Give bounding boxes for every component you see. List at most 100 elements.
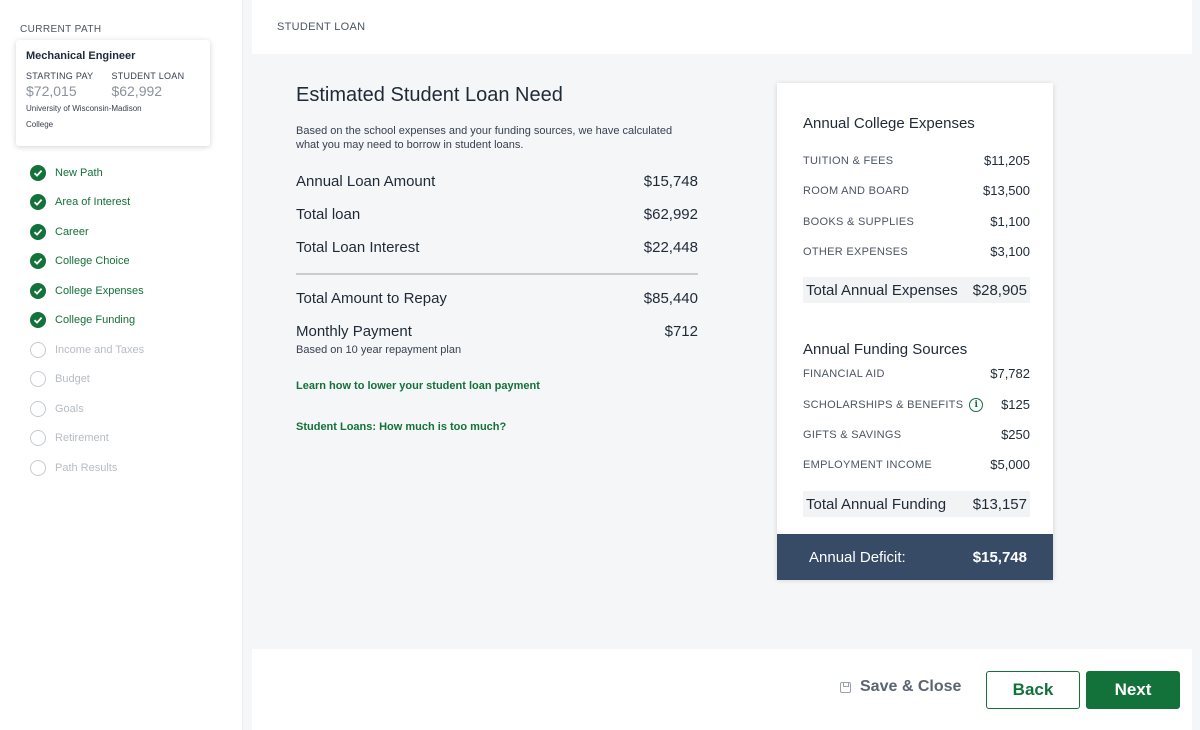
- path-school: University of Wisconsin-Madison: [26, 104, 142, 113]
- funding-item-employment: EMPLOYMENT INCOME $5,000: [803, 457, 1030, 472]
- expense-value: $1,100: [990, 214, 1030, 229]
- step-label: Budget: [55, 373, 90, 386]
- repayment-rows: Total Amount to Repay $85,440 Monthly Pa…: [296, 282, 698, 348]
- student-loan-label: STUDENT LOAN: [111, 71, 185, 81]
- expenses-funding-card: Annual College Expenses TUITION & FEES $…: [777, 83, 1053, 580]
- expense-item-tuition: TUITION & FEES $11,205: [803, 153, 1030, 168]
- step-income-and-taxes[interactable]: Income and Taxes: [30, 335, 144, 365]
- step-goals[interactable]: Goals: [30, 394, 144, 424]
- check-circle-icon: [30, 164, 46, 181]
- funding-value: $125: [1001, 397, 1030, 412]
- next-button[interactable]: Next: [1086, 671, 1180, 709]
- step-label: Path Results: [55, 461, 118, 474]
- step-career[interactable]: Career: [30, 217, 144, 247]
- breadcrumb: STUDENT LOAN: [277, 21, 366, 33]
- step-label: College Funding: [55, 314, 136, 327]
- step-label: College Choice: [55, 255, 130, 268]
- total-funding-value: $13,157: [972, 495, 1027, 513]
- expense-value: $11,205: [983, 153, 1030, 168]
- save-icon: [840, 681, 851, 693]
- monthly-payment-value: $712: [664, 323, 698, 340]
- total-funding-label: Total Annual Funding: [806, 495, 947, 513]
- total-loan-value: $62,992: [643, 206, 698, 223]
- step-budget[interactable]: Budget: [30, 365, 144, 395]
- total-loan-row: Total loan $62,992: [296, 198, 698, 231]
- funding-label: FINANCIAL AID: [803, 367, 885, 380]
- info-icon[interactable]: i: [969, 397, 984, 412]
- check-circle-icon: [30, 223, 46, 240]
- total-expenses-label: Total Annual Expenses: [806, 281, 958, 299]
- deficit-value: $15,748: [972, 548, 1027, 566]
- save-close-button[interactable]: Save & Close: [840, 678, 961, 696]
- check-circle-icon: [30, 253, 46, 270]
- student-loan-value: $62,992: [111, 83, 163, 99]
- path-career: Mechanical Engineer: [26, 50, 136, 62]
- path-school-type: College: [26, 120, 54, 129]
- funding-value: $250: [1001, 427, 1030, 442]
- total-interest-label: Total Loan Interest: [296, 239, 420, 256]
- empty-circle-icon: [30, 430, 46, 447]
- current-path-label: CURRENT PATH: [20, 24, 102, 35]
- total-repay-value: $85,440: [643, 290, 698, 307]
- step-label: College Expenses: [55, 284, 144, 297]
- total-expenses-box: Total Annual Expenses $28,905: [803, 277, 1030, 303]
- funding-value: $7,782: [990, 366, 1030, 381]
- expense-item-room-board: ROOM AND BOARD $13,500: [803, 183, 1030, 198]
- starting-pay-stat: STARTING PAY $72,015: [26, 71, 93, 99]
- divider: [296, 273, 698, 275]
- annual-loan-value: $15,748: [643, 173, 698, 190]
- expense-item-other: OTHER EXPENSES $3,100: [803, 244, 1030, 259]
- lower-payment-link[interactable]: Learn how to lower your student loan pay…: [296, 380, 698, 392]
- starting-pay-label: STARTING PAY: [26, 71, 94, 81]
- total-interest-value: $22,448: [643, 239, 698, 256]
- sidebar: CURRENT PATH Mechanical Engineer STARTIN…: [0, 0, 243, 730]
- page-title: Estimated Student Loan Need: [296, 84, 563, 106]
- annual-deficit-bar: Annual Deficit: $15,748: [777, 534, 1053, 580]
- expense-label: TUITION & FEES: [803, 154, 894, 167]
- step-label: Retirement: [55, 432, 109, 445]
- step-label: New Path: [55, 166, 103, 179]
- funding-label-wrap: SCHOLARSHIPS & BENEFITS i: [803, 397, 984, 412]
- empty-circle-icon: [30, 400, 46, 417]
- step-college-choice[interactable]: College Choice: [30, 247, 144, 277]
- step-list: New Path Area of Interest Career College…: [30, 158, 144, 483]
- current-path-card[interactable]: Mechanical Engineer STARTING PAY $72,015…: [16, 40, 210, 146]
- expenses-title: Annual College Expenses: [803, 115, 975, 132]
- how-much-link[interactable]: Student Loans: How much is too much?: [296, 421, 698, 433]
- intro-text: Based on the school expenses and your fu…: [296, 125, 673, 151]
- funding-label: GIFTS & SAVINGS: [803, 428, 902, 441]
- loan-estimate-section: Estimated Student Loan Need Based on the…: [296, 84, 698, 433]
- step-path-results[interactable]: Path Results: [30, 453, 144, 483]
- funding-item-scholarships: SCHOLARSHIPS & BENEFITS i $125: [803, 397, 1030, 412]
- total-repay-row: Total Amount to Repay $85,440: [296, 282, 698, 315]
- step-new-path[interactable]: New Path: [30, 158, 144, 188]
- step-label: Goals: [55, 402, 84, 415]
- total-repay-label: Total Amount to Repay: [296, 290, 447, 307]
- funding-item-financial-aid: FINANCIAL AID $7,782: [803, 366, 1030, 381]
- student-loan-stat: STUDENT LOAN $62,992: [111, 71, 184, 99]
- path-stats: STARTING PAY $72,015 STUDENT LOAN $62,99…: [26, 71, 200, 99]
- loan-summary-rows: Annual Loan Amount $15,748 Total loan $6…: [296, 165, 698, 264]
- step-college-expenses[interactable]: College Expenses: [30, 276, 144, 306]
- step-retirement[interactable]: Retirement: [30, 424, 144, 454]
- total-expenses-value: $28,905: [972, 281, 1027, 299]
- expense-label: ROOM AND BOARD: [803, 184, 910, 197]
- funding-label: EMPLOYMENT INCOME: [803, 458, 932, 471]
- step-college-funding[interactable]: College Funding: [30, 306, 144, 336]
- funding-item-gifts: GIFTS & SAVINGS $250: [803, 427, 1030, 442]
- total-interest-row: Total Loan Interest $22,448: [296, 231, 698, 264]
- expense-item-books: BOOKS & SUPPLIES $1,100: [803, 214, 1030, 229]
- empty-circle-icon: [30, 341, 46, 358]
- total-funding-box: Total Annual Funding $13,157: [803, 491, 1030, 517]
- deficit-label: Annual Deficit:: [809, 548, 906, 566]
- step-area-of-interest[interactable]: Area of Interest: [30, 188, 144, 218]
- step-label: Career: [55, 225, 89, 238]
- check-circle-icon: [30, 282, 46, 299]
- expense-value: $13,500: [983, 183, 1030, 198]
- empty-circle-icon: [30, 371, 46, 388]
- expense-label: OTHER EXPENSES: [803, 245, 909, 258]
- starting-pay-value: $72,015: [26, 83, 77, 99]
- footer-bar: Save & Close Back Next: [252, 649, 1192, 730]
- back-button[interactable]: Back: [986, 671, 1080, 709]
- step-label: Income and Taxes: [55, 343, 145, 356]
